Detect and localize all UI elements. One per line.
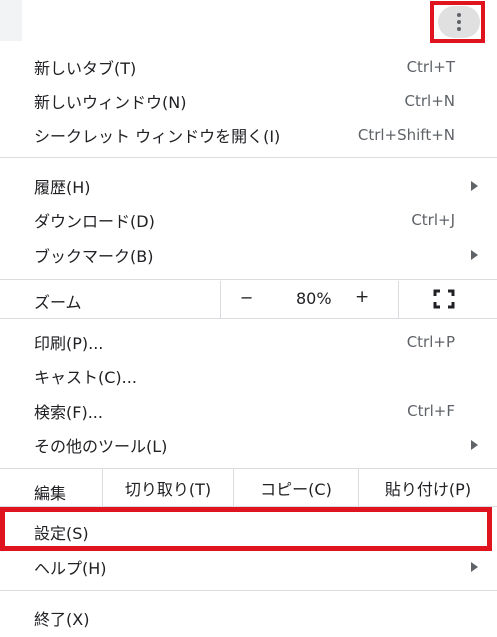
menu-item-exit[interactable]: 終了(X) (0, 601, 497, 635)
browser-toolbar (0, 0, 497, 44)
menu-separator (0, 590, 497, 591)
zoom-in-button[interactable]: + (355, 287, 369, 307)
menu-item-label: キャスト(C)... (34, 368, 137, 387)
zoom-level: 80% (296, 289, 332, 308)
menu-item-shortcut: Ctrl+Shift+N (357, 126, 455, 144)
menu-item-label: シークレット ウィンドウを開く(I) (34, 127, 281, 146)
settings-highlight (0, 507, 492, 551)
copy-button[interactable]: コピー(C) (234, 469, 358, 506)
zoom-out-button[interactable]: − (240, 288, 253, 307)
chevron-right-icon (471, 250, 478, 260)
menu-item-new-window[interactable]: 新しいウィンドウ(N) Ctrl+N (0, 84, 497, 118)
chevron-right-icon (471, 562, 478, 572)
menu-item-history[interactable]: 履歴(H) (0, 169, 497, 203)
menu-separator (0, 157, 497, 158)
menu-item-label: 新しいウィンドウ(N) (34, 93, 187, 112)
zoom-divider (398, 281, 399, 318)
zoom-label: ズーム (34, 293, 82, 312)
menu-separator (0, 318, 497, 319)
edit-row: 編集 切り取り(T) コピー(C) 貼り付け(P) (0, 469, 497, 506)
menu-item-print[interactable]: 印刷(P)... Ctrl+P (0, 325, 497, 359)
toolbar-tab-strip (0, 0, 22, 41)
zoom-divider (220, 281, 221, 318)
menu-item-shortcut: Ctrl+P (406, 333, 455, 351)
menu-item-label: その他のツール(L) (34, 437, 168, 456)
menu-item-help[interactable]: ヘルプ(H) (0, 550, 497, 584)
chevron-right-icon (471, 181, 478, 191)
fullscreen-icon[interactable] (433, 289, 455, 309)
menu-item-label: ブックマーク(B) (34, 247, 154, 266)
menu-item-shortcut: Ctrl+F (407, 402, 455, 420)
menu-item-cast[interactable]: キャスト(C)... (0, 359, 497, 393)
menu-item-incognito-window[interactable]: シークレット ウィンドウを開く(I) Ctrl+Shift+N (0, 118, 497, 152)
menu-item-label: 印刷(P)... (34, 334, 104, 353)
menu-item-label: ダウンロード(D) (34, 212, 155, 231)
menu-item-label: 終了(X) (34, 610, 90, 629)
menu-button-highlight (430, 1, 485, 43)
menu-item-more-tools[interactable]: その他のツール(L) (0, 428, 497, 462)
menu-item-shortcut: Ctrl+J (411, 211, 455, 229)
chevron-right-icon (471, 440, 478, 450)
menu-item-label: 履歴(H) (34, 178, 91, 197)
zoom-row: ズーム − 80% + (0, 281, 497, 318)
menu-item-find[interactable]: 検索(F)... Ctrl+F (0, 394, 497, 428)
menu-item-bookmarks[interactable]: ブックマーク(B) (0, 238, 497, 272)
paste-button[interactable]: 貼り付け(P) (359, 469, 497, 506)
edit-label: 編集 (34, 484, 67, 503)
menu-separator (0, 279, 497, 280)
menu-item-shortcut: Ctrl+T (406, 58, 455, 76)
cut-button[interactable]: 切り取り(T) (103, 469, 233, 506)
menu-item-label: 検索(F)... (34, 403, 103, 422)
menu-item-label: ヘルプ(H) (34, 559, 107, 578)
menu-item-new-tab[interactable]: 新しいタブ(T) Ctrl+T (0, 50, 497, 84)
menu-item-shortcut: Ctrl+N (404, 92, 455, 110)
menu-item-downloads[interactable]: ダウンロード(D) Ctrl+J (0, 203, 497, 237)
menu-item-label: 新しいタブ(T) (34, 59, 137, 78)
